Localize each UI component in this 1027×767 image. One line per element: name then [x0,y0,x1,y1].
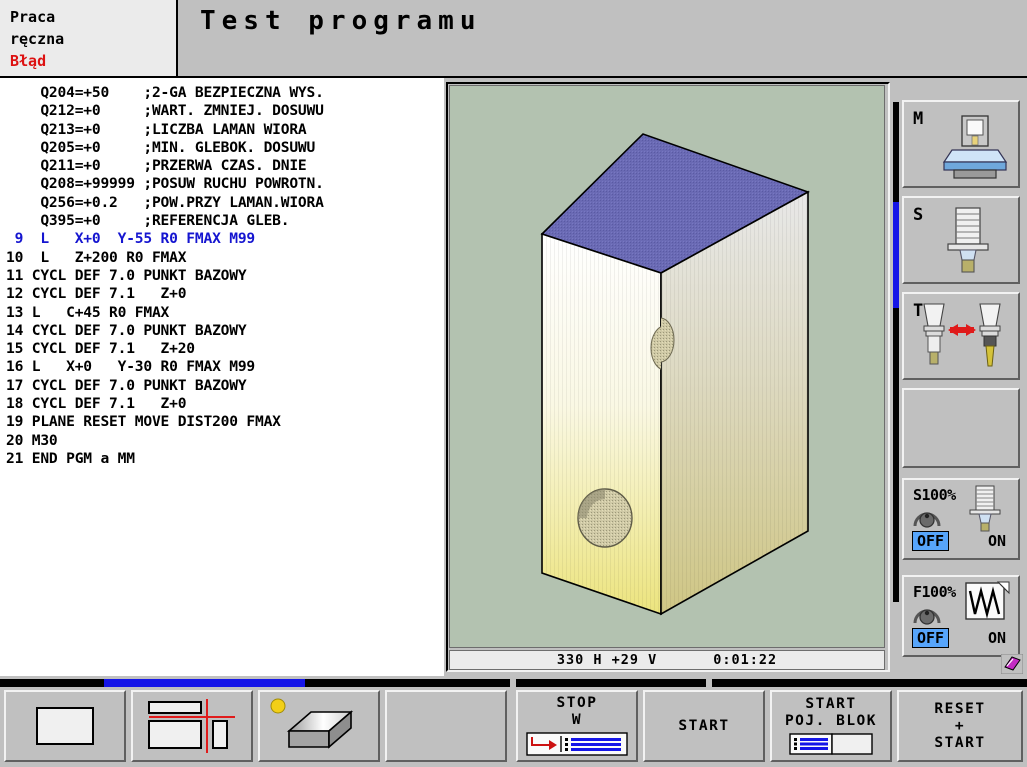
graphics-pane[interactable]: 330 H +29 V 0:01:22 [446,82,890,672]
softkey-label-start2: START [805,696,857,712]
page-title: Test programu [200,6,482,36]
knob-icon [913,512,941,528]
sidebar-scrollbar-thumb[interactable] [893,202,899,308]
program-line[interactable]: 16 L X+0 Y-30 R0 FMAX M99 [6,358,444,376]
workpiece-block-icon [270,698,354,749]
spindle-tool-icon [947,207,989,273]
softkey-empty[interactable] [385,690,507,762]
graphics-status-bar: 330 H +29 V 0:01:22 [449,650,885,670]
workpiece-3d-render [540,133,810,616]
softkey-start-single-block[interactable]: START POJ. BLOK [770,690,892,762]
softkey-workpiece-block[interactable] [258,690,380,762]
sidebar-scrollbar-track[interactable] [893,102,899,602]
machining-time: 0:01:22 [713,652,778,668]
softkey-row: STOP W START START POJ. BLOK RESET + STA… [0,690,1027,767]
feed-waveform-icon [965,581,1010,620]
knob-icon [913,609,941,625]
feed-override-off-button[interactable]: OFF [912,628,950,648]
softkey-start[interactable]: START [643,690,765,762]
program-line[interactable]: 17 CYCL DEF 7.0 PUNKT BAZOWY [6,377,444,395]
spindle-tool-icon [969,485,1001,532]
program-line[interactable]: Q395=+0 ;REFERENCJA GLEB. [6,212,444,230]
machine-table-icon [942,115,1008,179]
title-bar: Test programu [180,0,1027,78]
main-area: Q204=+50 ;2-GA BEZPIECZNA WYS. Q212=+0 ;… [0,78,1027,676]
softkey-screen-split[interactable] [131,690,253,762]
status-badge: Błąd [10,52,47,70]
program-line[interactable]: Q212=+0 ;WART. ZMNIEJ. DOSUWU [6,102,444,120]
spindle-override-label: S100% [913,486,956,504]
feed-override-panel[interactable]: F100% OFF ON [902,575,1020,657]
program-line[interactable]: Q208=+99999 ;POSUW RUCHU POWROTN. [6,175,444,193]
spindle-override-off-button[interactable]: OFF [912,531,950,551]
softkey-label-plus: + [954,717,966,734]
program-line[interactable]: 14 CYCL DEF 7.0 PUNKT BAZOWY [6,322,444,340]
screen-single-icon [36,707,94,745]
sidebar-item-machine[interactable]: M [902,100,1020,188]
softkey-label-stop: STOP [556,695,598,711]
program-line[interactable]: Q204=+50 ;2-GA BEZPIECZNA WYS. [6,84,444,102]
program-line[interactable]: 18 CYCL DEF 7.1 Z+0 [6,395,444,413]
program-line[interactable]: 10 L Z+200 R0 FMAX [6,249,444,267]
softkey-label-start3: START [934,734,986,751]
program-line[interactable]: Q213=+0 ;LICZBA LAMAN WIORA [6,121,444,139]
program-line[interactable]: Q205=+0 ;MIN. GLEBOK. DOSUWU [6,139,444,157]
program-line[interactable]: 20 M30 [6,432,444,450]
mode-line-2: ręczna [10,30,65,48]
mode-line-1: Praca [10,8,56,26]
softkey-indicator-bar [0,679,1027,687]
sidebar-item-spindle[interactable]: S [902,196,1020,284]
softkey-label-stop-w: W [571,712,583,728]
cnc-control-screen: Praca ręczna Błąd Test programu Q204=+50… [0,0,1027,767]
softkey-active-indicator [104,679,305,687]
feed-override-on-button[interactable]: ON [988,629,1006,647]
softkey-reset-start[interactable]: RESET + START [897,690,1023,762]
sidebar-item-label-s: S [913,205,924,225]
tool-change-icon [923,303,1001,367]
view-position: 330 H +29 V [556,652,658,668]
feed-override-label: F100% [913,583,956,601]
program-line[interactable]: 21 END PGM a MM [6,450,444,468]
program-line[interactable]: 15 CYCL DEF 7.1 Z+20 [6,340,444,358]
screen-split-icon [148,699,235,753]
softkey-bar: STOP W START START POJ. BLOK RESET + STA… [0,676,1027,767]
operating-mode-panel: Praca ręczna Błąd [0,0,178,78]
program-line[interactable]: 12 CYCL DEF 7.1 Z+0 [6,285,444,303]
softkey-stop-at-block[interactable]: STOP W [516,690,638,762]
program-line[interactable]: Q256=+0.2 ;POW.PRZY LAMAN.WIORA [6,194,444,212]
sidebar-item-tool[interactable]: T [902,292,1020,380]
program-line[interactable]: 13 L C+45 R0 FMAX [6,304,444,322]
program-line[interactable]: 9 L X+0 Y-55 R0 FMAX M99 [6,230,444,248]
softkey-screen-single[interactable] [4,690,126,762]
book-icon[interactable] [1001,654,1023,674]
softkey-label-reset: RESET [934,700,986,717]
graphics-viewport[interactable] [449,85,885,648]
sidebar-item-label-m: M [913,109,924,129]
spindle-override-panel[interactable]: S100% OFF ON [902,478,1020,560]
stop-at-block-icon [526,732,628,756]
program-line[interactable]: Q211=+0 ;PRZERWA CZAS. DNIE [6,157,444,175]
header: Praca ręczna Błąd Test programu [0,0,1027,78]
program-listing[interactable]: Q204=+50 ;2-GA BEZPIECZNA WYS. Q212=+0 ;… [0,78,444,676]
spindle-override-on-button[interactable]: ON [988,532,1006,550]
single-block-icon [789,733,873,755]
sidebar-item-empty[interactable] [902,388,1020,468]
program-line[interactable]: 19 PLANE RESET MOVE DIST200 FMAX [6,413,444,431]
softkey-label-start: START [678,717,730,734]
softkey-label-poj-blok: POJ. BLOK [784,713,878,729]
status-sidebar: M S T S100% OFF ON F100% OFF ON [892,78,1027,676]
program-line[interactable]: 11 CYCL DEF 7.0 PUNKT BAZOWY [6,267,444,285]
